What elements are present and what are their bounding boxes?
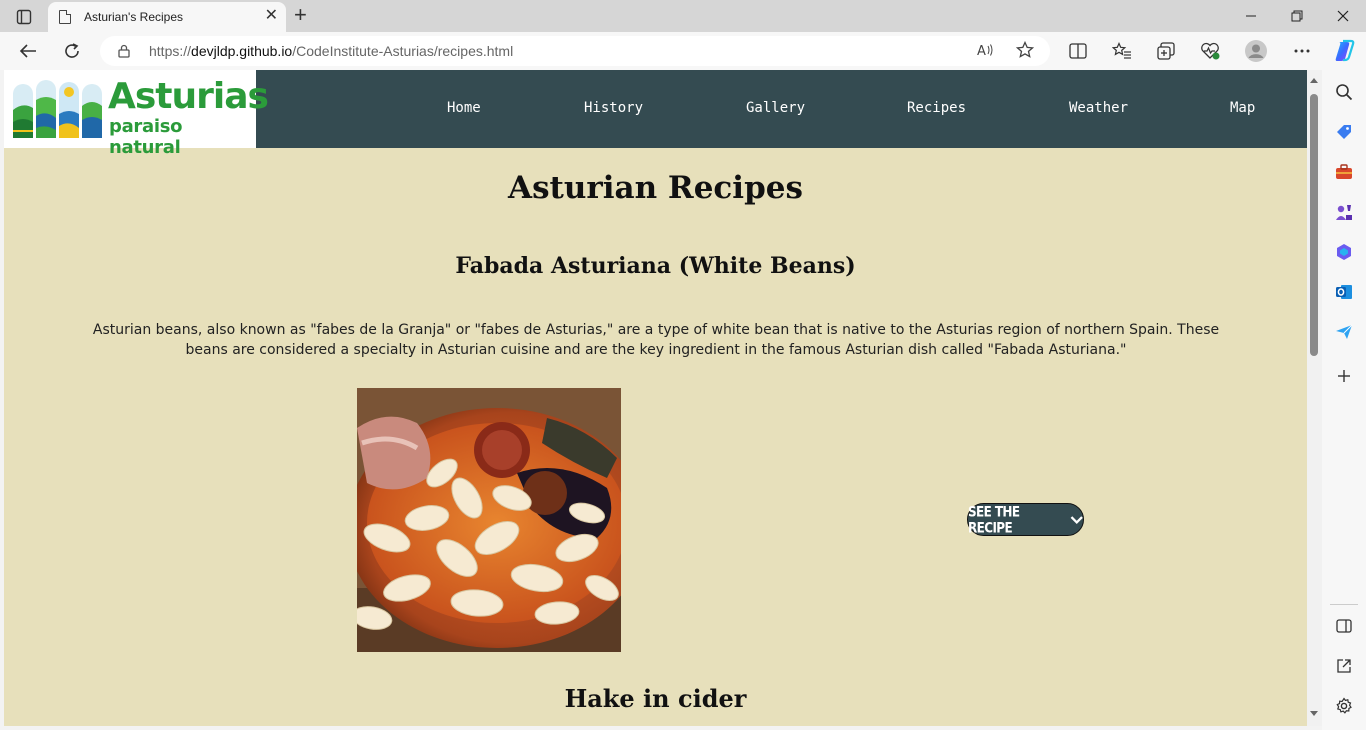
url-text[interactable]: https://devjldp.github.io/CodeInstitute-… [149,43,513,59]
svg-text:A: A [977,44,986,58]
page-favicon-icon [59,10,71,24]
page-title: Asturian Recipes [508,170,803,206]
more-options-icon[interactable] [1288,38,1316,64]
copilot-icon[interactable] [1330,38,1358,64]
logo-wordmark: Asturias [108,76,269,117]
open-external-icon[interactable] [1334,656,1354,676]
close-tab-icon[interactable]: ✕ [265,8,278,24]
url-scheme: https:// [149,43,192,59]
shopping-tag-icon[interactable] [1334,122,1354,142]
tab-actions-icon[interactable] [8,6,40,28]
split-screen-icon[interactable] [1064,38,1092,64]
page-viewport: Asturias paraiso natural Home History Ga… [4,70,1307,726]
asturias-logo-icon [13,80,102,138]
tab-strip: Asturian's Recipes ✕ + [0,0,1366,32]
recipe-description: Asturian beans, also known as "fabes de … [92,322,1220,358]
site-logo[interactable]: Asturias paraiso natural [4,70,269,158]
recipe-title: Hake in cider [564,684,747,713]
logo-tagline: paraiso natural [109,116,183,158]
see-recipe-label: SEE THE RECIPE [968,503,1020,536]
tools-briefcase-icon[interactable] [1334,162,1354,182]
add-sidebar-app-icon[interactable] [1334,366,1354,386]
games-icon[interactable] [1334,202,1354,222]
browser-tab[interactable]: Asturian's Recipes ✕ [48,2,286,32]
scrollbar-thumb[interactable] [1310,94,1318,356]
reload-icon[interactable] [58,38,86,64]
lock-icon[interactable] [118,44,130,63]
site-header: Asturias paraiso natural Home History Ga… [4,70,1307,158]
favorite-star-icon[interactable] [1015,40,1035,64]
nav-map[interactable]: Map [1230,100,1255,116]
hide-sidebar-icon[interactable] [1334,616,1354,636]
nav-home[interactable]: Home [447,100,481,116]
tab-title: Asturian's Recipes [84,10,183,24]
url-path: /CodeInstitute-Asturias/recipes.html [292,43,514,59]
nav-gallery[interactable]: Gallery [746,100,805,116]
nav-recipes[interactable]: Recipes [907,100,966,116]
read-aloud-icon[interactable]: A [976,42,994,61]
url-domain: devjldp.github.io [191,43,293,59]
page-scrollbar[interactable] [1307,70,1322,726]
browser-essentials-icon[interactable] [1196,38,1224,64]
minimize-icon[interactable] [1228,0,1274,32]
outlook-icon[interactable] [1334,282,1354,302]
restore-icon[interactable] [1274,0,1320,32]
edge-sidebar [1322,70,1366,730]
see-recipe-button[interactable]: SEE THE RECIPE [967,503,1084,536]
chevron-down-icon [1070,515,1083,524]
profile-avatar-icon[interactable] [1242,38,1270,64]
back-icon[interactable] [14,38,42,64]
sidebar-divider [1330,604,1358,605]
search-icon[interactable] [1334,82,1354,102]
recipe-title: Fabada Asturiana (White Beans) [455,253,856,279]
settings-gear-icon[interactable] [1334,696,1354,716]
drop-send-icon[interactable] [1334,322,1354,342]
address-bar[interactable]: https://devjldp.github.io/CodeInstitute-… [100,36,1050,66]
scroll-down-icon[interactable] [1310,711,1318,716]
new-tab-icon[interactable]: + [294,4,307,26]
microsoft365-icon[interactable] [1334,242,1354,262]
nav-weather[interactable]: Weather [1069,100,1128,116]
favorites-icon[interactable] [1108,38,1136,64]
browser-toolbar: https://devjldp.github.io/CodeInstitute-… [0,32,1366,70]
fabada-photo [357,388,621,652]
scroll-up-icon[interactable] [1310,78,1318,83]
nav-history[interactable]: History [584,100,643,116]
collections-icon[interactable] [1152,38,1180,64]
close-window-icon[interactable] [1320,0,1366,32]
